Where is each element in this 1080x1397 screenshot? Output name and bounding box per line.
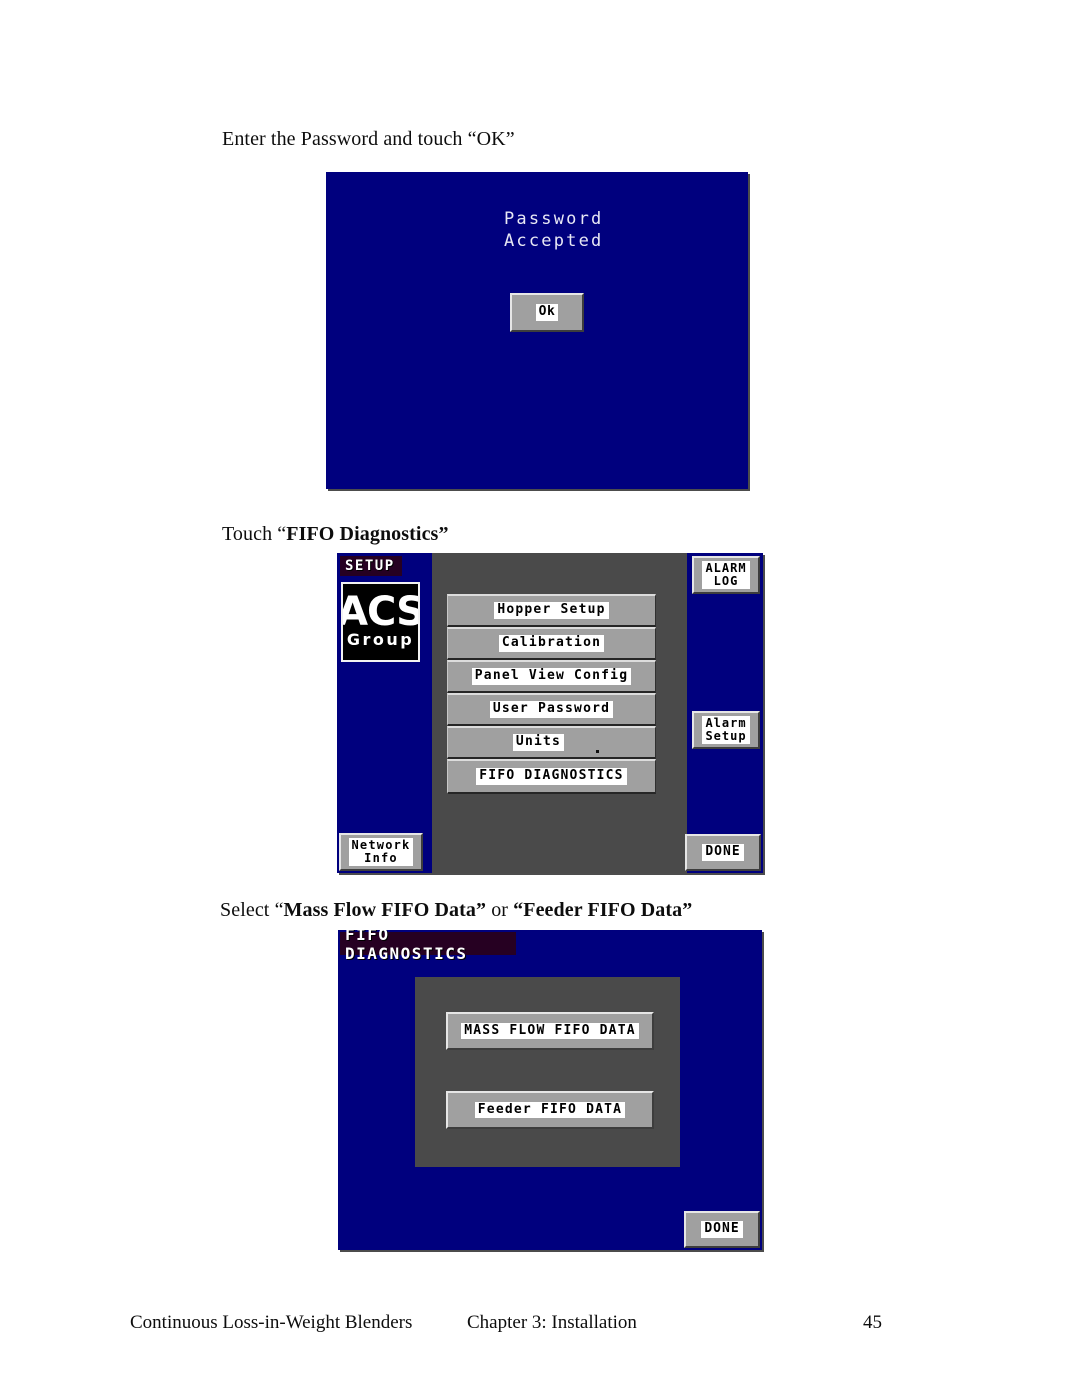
feeder-fifo-data-button-label: Feeder FIFO DATA bbox=[474, 1101, 626, 1119]
instruction-line-touch-fifo-diagnostics: Touch “FIFO Diagnostics” bbox=[222, 523, 449, 546]
footer-center-text: Chapter 3: Installation bbox=[467, 1312, 637, 1333]
setup-menu-item-units[interactable]: Units bbox=[447, 726, 656, 759]
fifo-center-panel bbox=[415, 977, 680, 1167]
hmi-screen-fifo-diagnostics: FIFO DIAGNOSTICS MASS FLOW FIFO DATA Fee… bbox=[338, 930, 762, 1250]
setup-menu-item-panel-view-config[interactable]: Panel View Config bbox=[447, 660, 656, 693]
footer-left-text: Continuous Loss-in-Weight Blenders bbox=[130, 1312, 413, 1333]
setup-menu-item-user-password-label: User Password bbox=[489, 701, 614, 718]
password-message-line-1: Password bbox=[504, 209, 604, 229]
setup-title-badge: SETUP bbox=[340, 556, 402, 576]
network-info-button[interactable]: Network Info bbox=[339, 833, 423, 871]
setup-done-button-label: DONE bbox=[702, 844, 744, 861]
alarm-setup-button[interactable]: Alarm Setup bbox=[692, 711, 760, 749]
fifo-done-button-label: DONE bbox=[701, 1221, 743, 1238]
setup-menu-item-fifo-diagnostics-label: FIFO DIAGNOSTICS bbox=[476, 768, 627, 785]
password-message-line-2: Accepted bbox=[504, 231, 604, 251]
setup-menu-item-calibration[interactable]: Calibration bbox=[447, 627, 656, 660]
acs-logo-bottom-text: Group bbox=[346, 629, 415, 649]
acs-group-logo: ACS Group bbox=[341, 582, 420, 662]
setup-menu-item-hopper-setup-label: Hopper Setup bbox=[494, 602, 609, 619]
setup-menu-item-panel-view-config-label: Panel View Config bbox=[471, 668, 632, 685]
feeder-fifo-data-button[interactable]: Feeder FIFO DATA bbox=[446, 1091, 654, 1129]
instruction-2-bold: FIFO Diagnostics” bbox=[286, 523, 449, 545]
units-period-mark bbox=[596, 750, 599, 753]
alarm-setup-button-label: Alarm Setup bbox=[702, 716, 750, 744]
instruction-1-text: Enter the Password and touch “OK” bbox=[222, 128, 515, 150]
instruction-line-enter-password: Enter the Password and touch “OK” bbox=[222, 128, 515, 151]
network-info-button-label: Network Info bbox=[348, 838, 414, 866]
hmi-screen-password-accepted: Password Accepted Ok bbox=[326, 172, 748, 489]
instruction-3-bold-b: “Feeder FIFO Data” bbox=[513, 899, 693, 921]
setup-menu-item-user-password[interactable]: User Password bbox=[447, 693, 656, 726]
instruction-3-mid: or bbox=[486, 899, 514, 921]
acs-logo-top-text: ACS bbox=[341, 589, 420, 636]
alarm-log-button-label: ALARM LOG bbox=[702, 561, 750, 589]
setup-done-button[interactable]: DONE bbox=[685, 834, 761, 871]
setup-menu-item-hopper-setup[interactable]: Hopper Setup bbox=[447, 594, 656, 627]
instruction-3-bold-a: Mass Flow FIFO Data” bbox=[283, 899, 487, 921]
setup-menu-item-units-label: Units bbox=[512, 734, 565, 751]
footer-page-number: 45 bbox=[863, 1312, 882, 1333]
setup-menu-item-calibration-label: Calibration bbox=[498, 635, 605, 652]
setup-menu-item-fifo-diagnostics[interactable]: FIFO DIAGNOSTICS bbox=[447, 759, 656, 794]
fifo-title-badge: FIFO DIAGNOSTICS bbox=[340, 930, 516, 963]
mass-flow-fifo-data-button-label: MASS FLOW FIFO DATA bbox=[461, 1022, 639, 1040]
ok-button-label: Ok bbox=[535, 304, 559, 321]
instruction-line-select-fifo-data: Select “Mass Flow FIFO Data” or “Feeder … bbox=[220, 899, 692, 922]
mass-flow-fifo-data-button[interactable]: MASS FLOW FIFO DATA bbox=[446, 1012, 654, 1050]
ok-button[interactable]: Ok bbox=[510, 293, 584, 332]
hmi-screen-setup: SETUP ACS Group Hopper Setup Calibration… bbox=[337, 553, 763, 873]
alarm-log-button[interactable]: ALARM LOG bbox=[692, 556, 760, 594]
instruction-2-prefix: Touch “ bbox=[222, 523, 287, 545]
fifo-done-button[interactable]: DONE bbox=[684, 1211, 760, 1248]
instruction-3-prefix: Select “ bbox=[220, 899, 284, 921]
